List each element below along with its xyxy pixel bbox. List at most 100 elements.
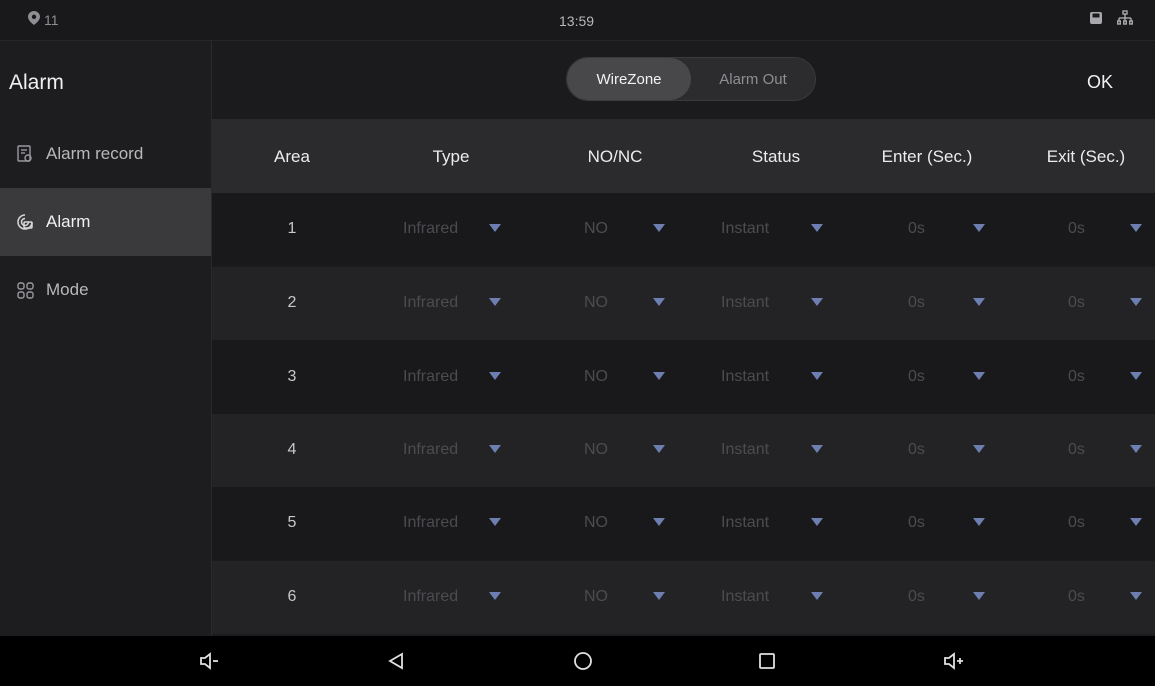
type-select[interactable]: Infrared — [403, 294, 458, 312]
sidebar-item-alarm-record[interactable]: Alarm record — [0, 120, 211, 188]
area-number: 3 — [287, 368, 297, 385]
status-select[interactable]: Instant — [721, 220, 769, 238]
chevron-down-icon[interactable] — [973, 372, 985, 380]
exit-delay-select[interactable]: 0s — [1068, 368, 1085, 386]
exit-delay-select[interactable]: 0s — [1068, 588, 1085, 606]
type-select[interactable]: Infrared — [403, 368, 458, 386]
chevron-down-icon[interactable] — [653, 372, 665, 380]
nonc-select[interactable]: NO — [584, 514, 608, 532]
area-number: 6 — [287, 588, 297, 605]
column-header-enter: Enter (Sec.) — [881, 147, 973, 166]
type-select[interactable]: Infrared — [403, 441, 458, 459]
chevron-down-icon[interactable] — [489, 445, 501, 453]
notification-area: 11 — [28, 11, 59, 28]
status-select[interactable]: Instant — [721, 514, 769, 532]
exit-delay-select[interactable]: 0s — [1068, 514, 1085, 532]
chevron-down-icon[interactable] — [653, 298, 665, 306]
chevron-down-icon[interactable] — [811, 592, 823, 600]
type-select[interactable]: Infrared — [403, 220, 458, 238]
enter-delay-select[interactable]: 0s — [908, 368, 925, 386]
exit-delay-select[interactable]: 0s — [1068, 294, 1085, 312]
ok-button[interactable]: OK — [1087, 72, 1113, 93]
clock: 13:59 — [559, 13, 595, 29]
tab-alarm-out[interactable]: Alarm Out — [691, 58, 815, 100]
volume-up-icon[interactable] — [941, 649, 965, 673]
sidebar: Alarm Alarm record Alarm Mode — [0, 41, 212, 636]
column-header-status: Status — [751, 147, 801, 166]
location-icon — [28, 11, 40, 28]
chevron-down-icon[interactable] — [1130, 518, 1142, 526]
sidebar-item-label: Alarm record — [46, 144, 144, 163]
nonc-select[interactable]: NO — [584, 368, 608, 386]
enter-delay-select[interactable]: 0s — [908, 588, 925, 606]
chevron-down-icon[interactable] — [1130, 372, 1142, 380]
status-select[interactable]: Instant — [721, 441, 769, 459]
chevron-down-icon[interactable] — [811, 372, 823, 380]
volume-down-icon[interactable] — [197, 649, 221, 673]
status-select[interactable]: Instant — [721, 368, 769, 386]
home-icon[interactable] — [571, 649, 595, 673]
chevron-down-icon[interactable] — [489, 224, 501, 232]
exit-delay-select[interactable]: 0s — [1068, 441, 1085, 459]
chevron-down-icon[interactable] — [973, 592, 985, 600]
chevron-down-icon[interactable] — [653, 518, 665, 526]
chevron-down-icon[interactable] — [489, 298, 501, 306]
navigation-bar — [0, 636, 1155, 686]
table-row: 1 Infrared NO Instant 0s 0s — [212, 193, 1155, 266]
chevron-down-icon[interactable] — [1130, 592, 1142, 600]
status-select[interactable]: Instant — [721, 294, 769, 312]
nonc-select[interactable]: NO — [584, 441, 608, 459]
chevron-down-icon[interactable] — [1130, 445, 1142, 453]
alarm-icon — [16, 213, 34, 231]
enter-delay-select[interactable]: 0s — [908, 220, 925, 238]
chevron-down-icon[interactable] — [973, 224, 985, 232]
chevron-down-icon[interactable] — [653, 224, 665, 232]
area-number: 5 — [287, 514, 297, 531]
column-header-exit: Exit (Sec.) — [1046, 147, 1126, 166]
table-row: 4 Infrared NO Instant 0s 0s — [212, 414, 1155, 487]
tab-wirezone[interactable]: WireZone — [567, 58, 691, 100]
chevron-down-icon[interactable] — [489, 592, 501, 600]
nonc-select[interactable]: NO — [584, 220, 608, 238]
notification-count: 11 — [44, 11, 59, 28]
sd-card-icon — [1089, 11, 1103, 30]
sidebar-item-label: Alarm — [46, 212, 91, 231]
status-select[interactable]: Instant — [721, 588, 769, 606]
sidebar-item-label: Mode — [46, 280, 89, 299]
chevron-down-icon[interactable] — [489, 518, 501, 526]
enter-delay-select[interactable]: 0s — [908, 514, 925, 532]
nonc-select[interactable]: NO — [584, 294, 608, 312]
zone-tab-switch: WireZone Alarm Out — [566, 57, 816, 101]
status-bar: 11 13:59 — [0, 0, 1155, 41]
sidebar-item-alarm[interactable]: Alarm — [0, 188, 211, 256]
column-header-type: Type — [432, 147, 470, 166]
area-number: 1 — [287, 220, 297, 237]
mode-grid-icon — [16, 281, 34, 299]
back-icon[interactable] — [384, 649, 408, 673]
chevron-down-icon[interactable] — [1130, 298, 1142, 306]
chevron-down-icon[interactable] — [811, 445, 823, 453]
chevron-down-icon[interactable] — [653, 592, 665, 600]
table-header: Area Type NO/NC Status Enter (Sec.) Exit… — [212, 119, 1155, 193]
chevron-down-icon[interactable] — [489, 372, 501, 380]
recents-icon[interactable] — [755, 649, 779, 673]
type-select[interactable]: Infrared — [403, 588, 458, 606]
column-header-nonc: NO/NC — [587, 147, 643, 166]
chevron-down-icon[interactable] — [973, 445, 985, 453]
chevron-down-icon[interactable] — [973, 298, 985, 306]
chevron-down-icon[interactable] — [653, 445, 665, 453]
chevron-down-icon[interactable] — [811, 224, 823, 232]
exit-delay-select[interactable]: 0s — [1068, 220, 1085, 238]
area-number: 4 — [287, 441, 297, 458]
chevron-down-icon[interactable] — [811, 518, 823, 526]
chevron-down-icon[interactable] — [973, 518, 985, 526]
chevron-down-icon[interactable] — [811, 298, 823, 306]
enter-delay-select[interactable]: 0s — [908, 441, 925, 459]
table-row: 2 Infrared NO Instant 0s 0s — [212, 267, 1155, 340]
enter-delay-select[interactable]: 0s — [908, 294, 925, 312]
sidebar-item-mode[interactable]: Mode — [0, 256, 211, 324]
nonc-select[interactable]: NO — [584, 588, 608, 606]
type-select[interactable]: Infrared — [403, 514, 458, 532]
chevron-down-icon[interactable] — [1130, 224, 1142, 232]
alarm-record-icon — [16, 145, 34, 163]
